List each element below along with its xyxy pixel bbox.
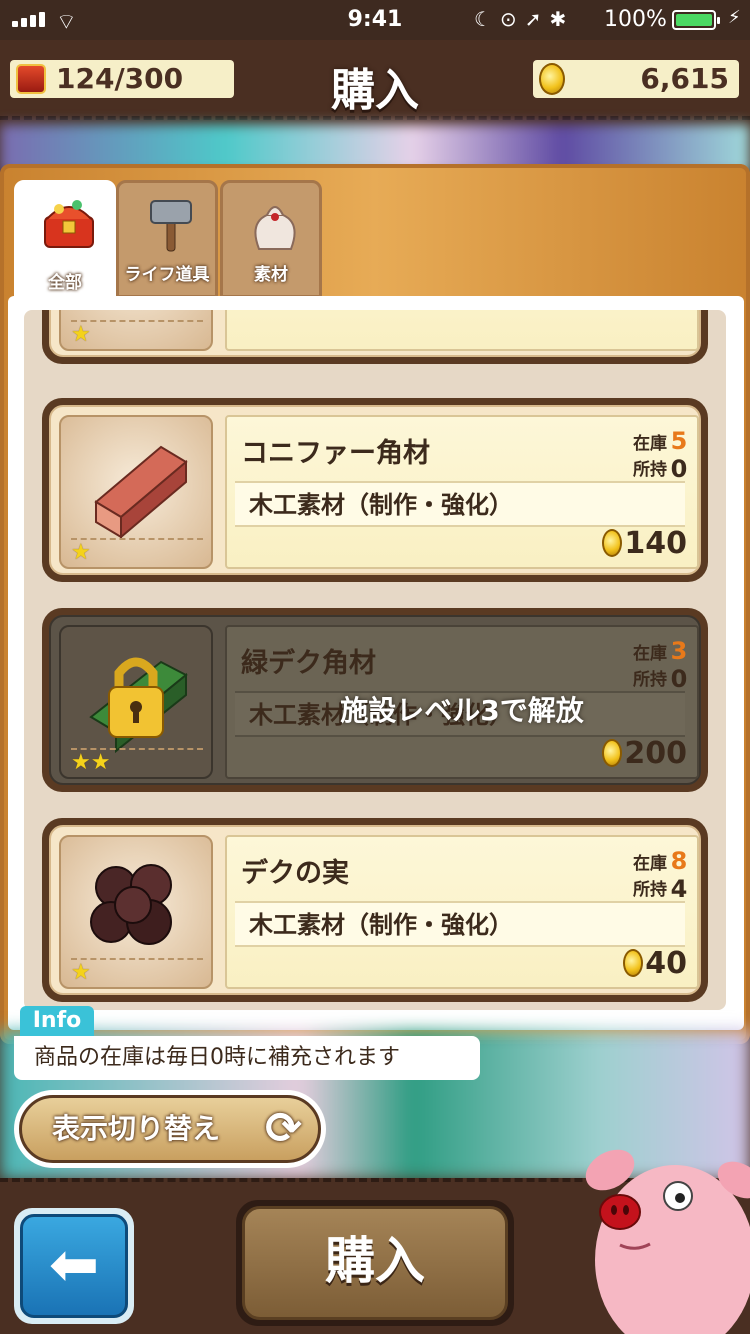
coin-icon — [539, 63, 565, 95]
sack-icon — [254, 206, 296, 250]
view-toggle-label: 表示切り替え — [52, 1112, 221, 1145]
status-icons: ☾⊙➚✱ — [474, 7, 575, 31]
tab-materials[interactable]: 素材 — [220, 180, 322, 298]
rarity-stars: ★ — [71, 320, 203, 347]
tab-label: 全部 — [48, 273, 82, 293]
owned-count: 0 — [670, 455, 688, 483]
item-price: 140 — [602, 526, 687, 561]
rarity-stars: ★ — [71, 958, 203, 985]
tab-all[interactable]: 全部 — [14, 180, 116, 306]
view-toggle-button[interactable]: 表示切り替え ⟳ — [14, 1090, 326, 1168]
owned-count: 4 — [670, 875, 688, 903]
stock-values: 3 0 — [669, 637, 689, 693]
list-item[interactable]: ★ デクの実 在庫 所持 8 4 木工素材（制作・強化） 40 — [42, 818, 708, 1002]
buy-button[interactable]: 購入 — [236, 1200, 514, 1326]
status-bar: ⌔ 9:41 ☾⊙➚✱ 100% ⚡ — [0, 0, 750, 40]
item-name: コニファー角材 — [241, 438, 430, 469]
stock-count: 3 — [670, 637, 688, 665]
item-description: 木工素材（制作・強化） — [235, 481, 685, 527]
stock-values: 5 0 — [669, 427, 689, 483]
rarity-stars: ★ — [71, 538, 203, 565]
info-tag: Info — [20, 1006, 94, 1036]
hammer-icon — [150, 200, 192, 252]
list-item-locked[interactable]: ★★ 緑デク角材 在庫 所持 3 0 木工素材（制作・強化） 200 施設レベル3… — [42, 608, 708, 792]
coin-icon — [602, 739, 623, 767]
mascot-sheep-icon — [585, 1149, 750, 1334]
coin-icon — [623, 949, 644, 977]
gold-balance: 6,615 — [533, 60, 739, 98]
stock-labels: 在庫 所持 — [633, 644, 667, 690]
treasure-chest-icon — [44, 200, 94, 248]
tab-label: 素材 — [254, 265, 288, 285]
back-button[interactable]: ⬅ — [14, 1208, 134, 1324]
item-price: 200 — [602, 736, 687, 771]
tab-label: ライフ道具 — [124, 265, 210, 285]
buy-button-label: 購入 — [242, 1206, 508, 1320]
item-name: デクの実 — [241, 858, 349, 889]
lumber-icon — [94, 445, 188, 540]
list-item-partial: ★ — [42, 310, 708, 364]
padlock-icon — [89, 657, 188, 754]
tab-life-tools[interactable]: ライフ道具 — [116, 180, 218, 298]
stock-labels: 在庫 所持 — [633, 854, 667, 900]
item-thumbnail: ★ — [59, 415, 213, 569]
item-list[interactable]: ★ ★ コニファー角材 在庫 所持 5 0 木工素材（制作・強化） 140 ★★… — [24, 310, 726, 1010]
item-name: 緑デク角材 — [241, 648, 376, 679]
rarity-stars: ★★ — [71, 748, 203, 775]
battery-icon — [672, 10, 720, 30]
stock-values: 8 4 — [669, 847, 689, 903]
item-thumbnail: ★★ — [59, 625, 213, 779]
charging-icon: ⚡ — [728, 7, 741, 28]
info-message: 商品の在庫は毎日0時に補充されます — [14, 1036, 480, 1080]
battery-percent: 100% — [604, 7, 667, 32]
unlock-requirement: 施設レベル3で解放 — [340, 694, 584, 727]
item-thumbnail: ★ — [59, 835, 213, 989]
stock-count: 8 — [670, 847, 688, 875]
deku-nut-icon — [90, 864, 172, 945]
stock-labels: 在庫 所持 — [633, 434, 667, 480]
gold-value: 6,615 — [640, 62, 729, 95]
refresh-icon: ⟳ — [265, 1103, 302, 1154]
stock-count: 5 — [670, 427, 688, 455]
header: 124/300 購入 6,615 — [0, 40, 750, 120]
list-item[interactable]: ★ コニファー角材 在庫 所持 5 0 木工素材（制作・強化） 140 — [42, 398, 708, 582]
item-description: 木工素材（制作・強化） — [235, 901, 685, 947]
coin-icon — [602, 529, 623, 557]
item-price: 40 — [623, 946, 687, 981]
back-arrow-icon: ⬅ — [20, 1214, 128, 1318]
